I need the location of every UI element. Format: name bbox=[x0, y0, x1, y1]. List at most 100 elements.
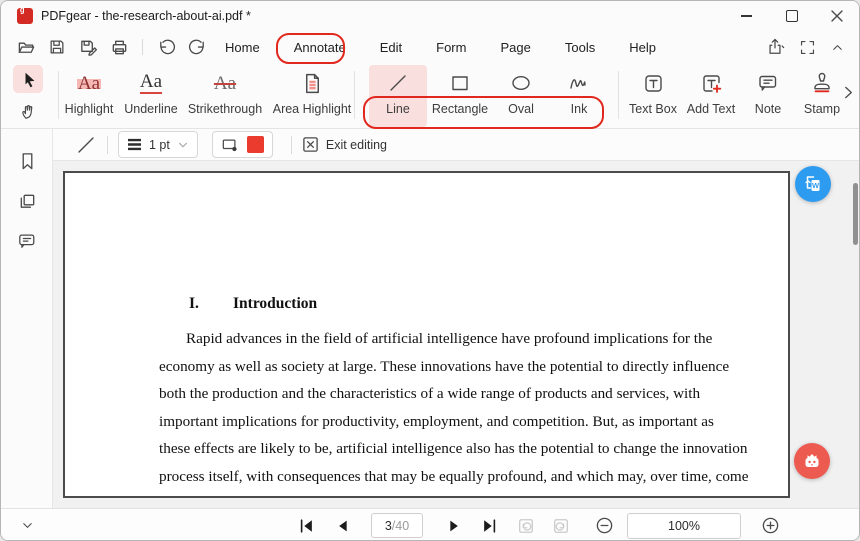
convert-to-word-icon: W bbox=[802, 173, 824, 195]
divider bbox=[354, 71, 355, 119]
current-page: 3 bbox=[385, 519, 392, 533]
paragraph-line: economy as well as society at large. The… bbox=[159, 353, 784, 381]
exit-editing-button[interactable]: Exit editing bbox=[302, 136, 387, 153]
menu-tabs: Home Annotate Edit Form Page Tools Help bbox=[221, 36, 660, 59]
tool-ink[interactable]: Ink bbox=[551, 65, 607, 127]
quick-access-toolbar bbox=[15, 36, 208, 58]
rectangle-icon bbox=[427, 65, 493, 101]
exit-editing-label: Exit editing bbox=[326, 138, 387, 152]
tool-rectangle[interactable]: Rectangle bbox=[427, 65, 493, 127]
next-page-button[interactable] bbox=[441, 509, 467, 541]
menu-edit[interactable]: Edit bbox=[376, 36, 406, 59]
zoom-out-button[interactable] bbox=[591, 509, 617, 541]
document-viewport[interactable]: I.Introduction Rapid advances in the fie… bbox=[53, 161, 860, 508]
border-color-icon bbox=[221, 137, 239, 153]
paragraph-line: Rapid advances in the field of artificia… bbox=[159, 325, 784, 353]
menubar: Home Annotate Edit Form Page Tools Help bbox=[1, 31, 859, 63]
divider bbox=[618, 71, 619, 119]
line-property-bar: 1 pt Exit editing bbox=[53, 129, 860, 161]
ai-assistant-robot-icon bbox=[801, 450, 823, 472]
menu-form[interactable]: Form bbox=[432, 36, 470, 59]
left-sidebar bbox=[1, 129, 53, 508]
fullscreen-icon[interactable] bbox=[799, 39, 816, 56]
more-tools-icon[interactable] bbox=[842, 85, 855, 100]
hand-tool-button[interactable] bbox=[13, 97, 43, 125]
page-thumbnails-icon bbox=[18, 192, 37, 211]
tool-stamp[interactable]: Stamp bbox=[795, 65, 849, 127]
minimize-button[interactable] bbox=[724, 1, 769, 31]
close-box-icon bbox=[302, 136, 319, 153]
bookmarks-panel-button[interactable] bbox=[1, 141, 53, 181]
tool-area-highlight[interactable]: Area Highlight bbox=[259, 65, 365, 127]
rotate-left-icon[interactable] bbox=[513, 509, 539, 541]
divider bbox=[291, 136, 292, 154]
note-icon bbox=[741, 65, 795, 101]
scrollbar-thumb[interactable] bbox=[853, 183, 858, 245]
select-tool-button[interactable] bbox=[13, 65, 43, 93]
convert-to-word-button[interactable]: W bbox=[795, 166, 831, 202]
rotate-right-icon[interactable] bbox=[548, 509, 574, 541]
share-icon[interactable] bbox=[765, 38, 785, 56]
tool-line[interactable]: Line bbox=[369, 65, 427, 127]
menu-home[interactable]: Home bbox=[221, 36, 264, 59]
first-page-button[interactable] bbox=[293, 509, 319, 541]
ai-assistant-button[interactable] bbox=[794, 443, 830, 479]
comments-icon bbox=[17, 232, 37, 250]
paragraph-line: these effects are likely to be, artifici… bbox=[159, 435, 784, 463]
line-thickness-dropdown[interactable]: 1 pt bbox=[118, 131, 198, 158]
redo-icon[interactable] bbox=[186, 36, 208, 58]
zoom-level-input[interactable]: 100% bbox=[627, 513, 741, 539]
pdfgear-logo-icon bbox=[17, 8, 33, 24]
bookmark-icon bbox=[18, 151, 37, 171]
area-highlight-icon bbox=[259, 65, 365, 101]
maximize-button[interactable] bbox=[769, 1, 814, 31]
paragraph-line: process itself, with consequences that m… bbox=[159, 463, 784, 491]
tool-add-text[interactable]: Add Text bbox=[679, 65, 743, 127]
pdf-page[interactable]: I.Introduction Rapid advances in the fie… bbox=[63, 171, 790, 498]
text-box-icon bbox=[621, 65, 685, 101]
last-page-button[interactable] bbox=[476, 509, 502, 541]
svg-text:W: W bbox=[812, 181, 820, 190]
divider bbox=[142, 39, 143, 55]
collapse-ribbon-icon[interactable] bbox=[830, 40, 845, 55]
undo-icon[interactable] bbox=[155, 36, 177, 58]
tool-note[interactable]: Note bbox=[741, 65, 795, 127]
zoom-level-value: 100% bbox=[668, 519, 700, 533]
window-title: PDFgear - the-research-about-ai.pdf * bbox=[41, 9, 251, 23]
menu-page[interactable]: Page bbox=[496, 36, 534, 59]
thumbnails-panel-button[interactable] bbox=[1, 181, 53, 221]
oval-icon bbox=[493, 65, 549, 101]
page-number-input[interactable]: 3/40 bbox=[371, 513, 423, 538]
open-file-icon[interactable] bbox=[15, 36, 37, 58]
menu-tools[interactable]: Tools bbox=[561, 36, 599, 59]
tool-text-box[interactable]: Text Box bbox=[621, 65, 685, 127]
paragraph: Rapid advances in the field of artificia… bbox=[159, 325, 784, 498]
print-icon[interactable] bbox=[108, 36, 130, 58]
current-tool-line-icon bbox=[75, 135, 97, 155]
zoom-in-button[interactable] bbox=[757, 509, 783, 541]
line-color-picker[interactable] bbox=[212, 131, 273, 158]
line-icon bbox=[369, 65, 427, 101]
thickness-icon bbox=[127, 138, 142, 151]
heading-number: I. bbox=[189, 295, 233, 313]
collapse-sidebar-icon[interactable] bbox=[15, 509, 39, 541]
vertical-scrollbar[interactable] bbox=[852, 161, 858, 508]
menu-annotate[interactable]: Annotate bbox=[290, 36, 350, 59]
chevron-down-icon bbox=[177, 139, 189, 151]
previous-page-button[interactable] bbox=[329, 509, 355, 541]
close-button[interactable] bbox=[814, 1, 859, 31]
tool-oval[interactable]: Oval bbox=[493, 65, 549, 127]
paragraph-line: to dominate the direct effect bbox=[159, 490, 784, 498]
statusbar: 3/40 100% bbox=[1, 508, 859, 541]
annotate-ribbon: Aa Highlight Aa Underline Aa Strikethrou… bbox=[1, 63, 859, 129]
menu-help[interactable]: Help bbox=[625, 36, 660, 59]
paragraph-line: important implications for productivity,… bbox=[159, 408, 784, 436]
stamp-icon bbox=[795, 65, 849, 101]
paragraph-line: both the production and the characterist… bbox=[159, 380, 784, 408]
thickness-value: 1 pt bbox=[149, 138, 170, 152]
save-icon[interactable] bbox=[46, 36, 68, 58]
comments-panel-button[interactable] bbox=[1, 221, 53, 261]
titlebar: PDFgear - the-research-about-ai.pdf * bbox=[1, 1, 859, 31]
heading-title: Introduction bbox=[233, 295, 317, 312]
save-as-icon[interactable] bbox=[77, 36, 99, 58]
